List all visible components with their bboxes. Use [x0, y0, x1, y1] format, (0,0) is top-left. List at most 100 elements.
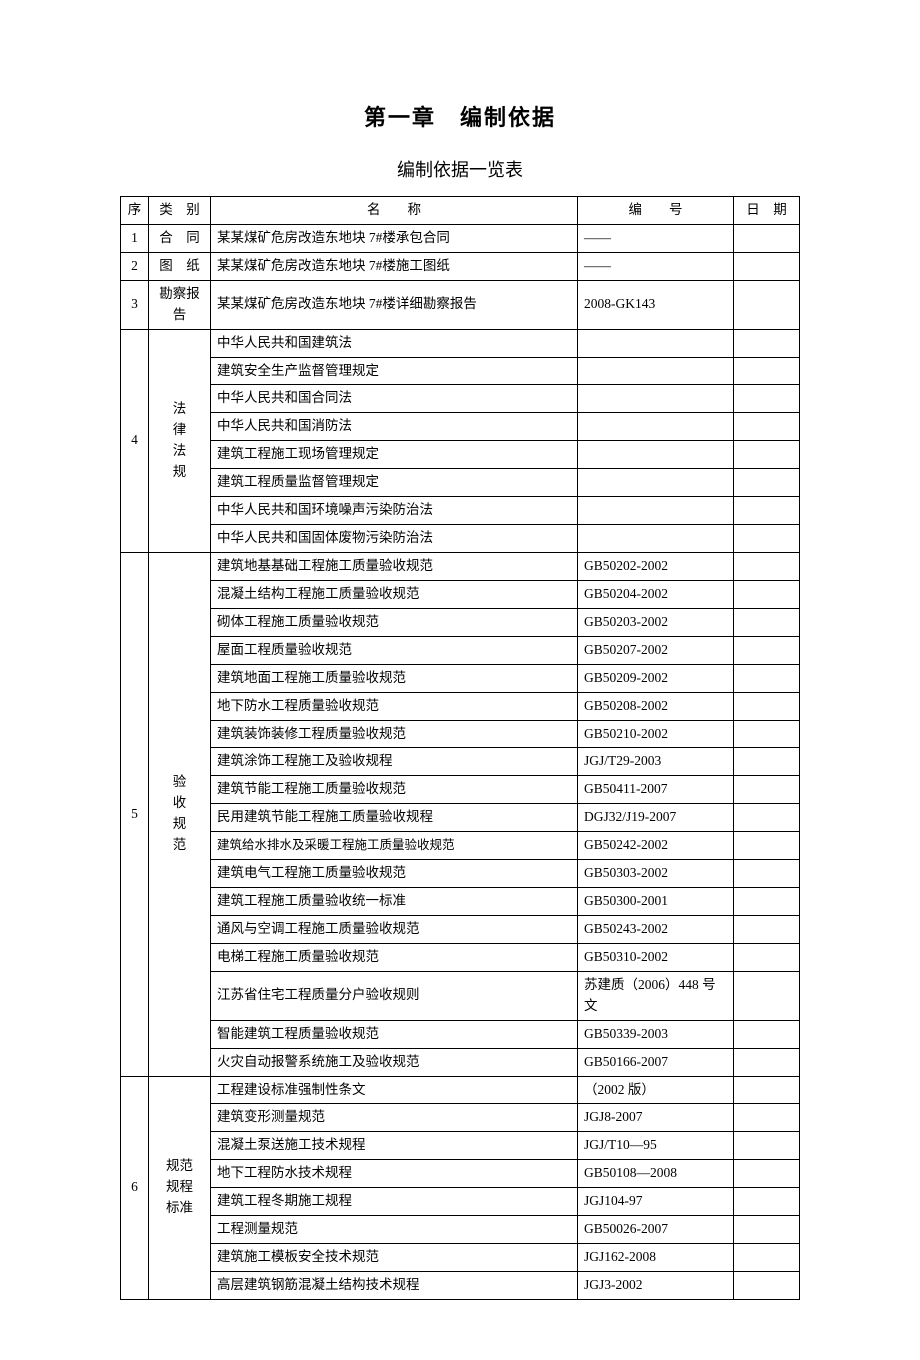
cell-code: —— — [578, 252, 734, 280]
cell-date — [734, 1076, 800, 1104]
cell-category: 图 纸 — [149, 252, 211, 280]
cell-name: 某某煤矿危房改造东地块 7#楼详细勘察报告 — [211, 280, 578, 329]
cell-code: JGJ3-2002 — [578, 1271, 734, 1299]
table-row: 建筑工程施工现场管理规定 — [121, 441, 800, 469]
cell-name: 中华人民共和国环境噪声污染防治法 — [211, 497, 578, 525]
table-row: 建筑工程冬期施工规程JGJ104-97 — [121, 1188, 800, 1216]
table-row: 地下防水工程质量验收规范GB50208-2002 — [121, 692, 800, 720]
cell-name: 建筑工程质量监督管理规定 — [211, 469, 578, 497]
cell-date — [734, 776, 800, 804]
cell-name: 工程建设标准强制性条文 — [211, 1076, 578, 1104]
cell-code — [578, 357, 734, 385]
cell-code: DGJ32/J19-2007 — [578, 804, 734, 832]
cell-name: 地下防水工程质量验收规范 — [211, 692, 578, 720]
cell-code: GB50310-2002 — [578, 943, 734, 971]
table-row: 建筑给水排水及采暖工程施工质量验收规范GB50242-2002 — [121, 832, 800, 860]
cell-seq: 4 — [121, 329, 149, 552]
cell-code: GB50208-2002 — [578, 692, 734, 720]
cell-seq: 5 — [121, 552, 149, 1076]
cell-name: 某某煤矿危房改造东地块 7#楼施工图纸 — [211, 252, 578, 280]
cell-date — [734, 1244, 800, 1272]
cell-category: 法律法规 — [149, 329, 211, 552]
cell-date — [734, 943, 800, 971]
cell-name: 建筑工程施工现场管理规定 — [211, 441, 578, 469]
cell-category: 合 同 — [149, 224, 211, 252]
cell-date — [734, 1188, 800, 1216]
cell-date — [734, 664, 800, 692]
cell-code: （2002 版） — [578, 1076, 734, 1104]
cell-name: 某某煤矿危房改造东地块 7#楼承包合同 — [211, 224, 578, 252]
cell-seq: 3 — [121, 280, 149, 329]
cell-name: 智能建筑工程质量验收规范 — [211, 1020, 578, 1048]
cell-name: 地下工程防水技术规程 — [211, 1160, 578, 1188]
table-row: 建筑安全生产监督管理规定 — [121, 357, 800, 385]
cell-name: 建筑地面工程施工质量验收规范 — [211, 664, 578, 692]
table-row: 5验收规范建筑地基基础工程施工质量验收规范GB50202-2002 — [121, 552, 800, 580]
cell-date — [734, 413, 800, 441]
table-row: 建筑工程质量监督管理规定 — [121, 469, 800, 497]
cell-date — [734, 971, 800, 1020]
header-code: 编 号 — [578, 197, 734, 225]
table-row: 1合 同某某煤矿危房改造东地块 7#楼承包合同—— — [121, 224, 800, 252]
cell-date — [734, 720, 800, 748]
cell-date — [734, 580, 800, 608]
cell-name: 砌体工程施工质量验收规范 — [211, 608, 578, 636]
cell-code: GB50207-2002 — [578, 636, 734, 664]
cell-code: GB50243-2002 — [578, 915, 734, 943]
cell-code: JGJ/T29-2003 — [578, 748, 734, 776]
cell-date — [734, 252, 800, 280]
table-row: 地下工程防水技术规程GB50108—2008 — [121, 1160, 800, 1188]
table-row: 中华人民共和国消防法 — [121, 413, 800, 441]
cell-code: GB50108—2008 — [578, 1160, 734, 1188]
cell-code: GB50202-2002 — [578, 552, 734, 580]
table-row: 混凝土泵送施工技术规程JGJ/T10—95 — [121, 1132, 800, 1160]
cell-seq: 2 — [121, 252, 149, 280]
cell-name: 建筑施工模板安全技术规范 — [211, 1244, 578, 1272]
cell-date — [734, 1020, 800, 1048]
cell-code: JGJ104-97 — [578, 1188, 734, 1216]
cell-name: 中华人民共和国合同法 — [211, 385, 578, 413]
cell-name: 建筑给水排水及采暖工程施工质量验收规范 — [211, 832, 578, 860]
cell-name: 中华人民共和国消防法 — [211, 413, 578, 441]
cell-date — [734, 748, 800, 776]
cell-code: GB50303-2002 — [578, 860, 734, 888]
basis-table: 序 类 别 名 称 编 号 日 期 1合 同某某煤矿危房改造东地块 7#楼承包合… — [120, 196, 800, 1300]
cell-code: GB50209-2002 — [578, 664, 734, 692]
cell-seq: 1 — [121, 224, 149, 252]
cell-code: GB50339-2003 — [578, 1020, 734, 1048]
cell-code: —— — [578, 224, 734, 252]
cell-code: GB50242-2002 — [578, 832, 734, 860]
cell-date — [734, 280, 800, 329]
table-header-row: 序 类 别 名 称 编 号 日 期 — [121, 197, 800, 225]
cell-name: 建筑电气工程施工质量验收规范 — [211, 860, 578, 888]
cell-name: 建筑节能工程施工质量验收规范 — [211, 776, 578, 804]
cell-code: GB50026-2007 — [578, 1216, 734, 1244]
cell-code — [578, 329, 734, 357]
cell-date — [734, 385, 800, 413]
cell-date — [734, 915, 800, 943]
cell-name: 建筑工程冬期施工规程 — [211, 1188, 578, 1216]
cell-date — [734, 525, 800, 553]
table-row: 火灾自动报警系统施工及验收规范GB50166-2007 — [121, 1048, 800, 1076]
cell-name: 混凝土结构工程施工质量验收规范 — [211, 580, 578, 608]
table-row: 6规范规程标准工程建设标准强制性条文（2002 版） — [121, 1076, 800, 1104]
cell-code: JGJ8-2007 — [578, 1104, 734, 1132]
cell-date — [734, 224, 800, 252]
cell-code: JGJ162-2008 — [578, 1244, 734, 1272]
cell-date — [734, 1216, 800, 1244]
cell-code: GB50210-2002 — [578, 720, 734, 748]
cell-code: JGJ/T10—95 — [578, 1132, 734, 1160]
cell-date — [734, 1160, 800, 1188]
cell-code: GB50411-2007 — [578, 776, 734, 804]
cell-name: 建筑变形测量规范 — [211, 1104, 578, 1132]
cell-code — [578, 497, 734, 525]
cell-date — [734, 329, 800, 357]
cell-code — [578, 441, 734, 469]
table-row: 建筑工程施工质量验收统一标准GB50300-2001 — [121, 888, 800, 916]
table-title: 编制依据一览表 — [120, 156, 800, 182]
cell-code — [578, 413, 734, 441]
table-row: 3勘察报告某某煤矿危房改造东地块 7#楼详细勘察报告2008-GK143 — [121, 280, 800, 329]
cell-name: 民用建筑节能工程施工质量验收规程 — [211, 804, 578, 832]
table-row: 建筑地面工程施工质量验收规范GB50209-2002 — [121, 664, 800, 692]
table-row: 建筑变形测量规范JGJ8-2007 — [121, 1104, 800, 1132]
